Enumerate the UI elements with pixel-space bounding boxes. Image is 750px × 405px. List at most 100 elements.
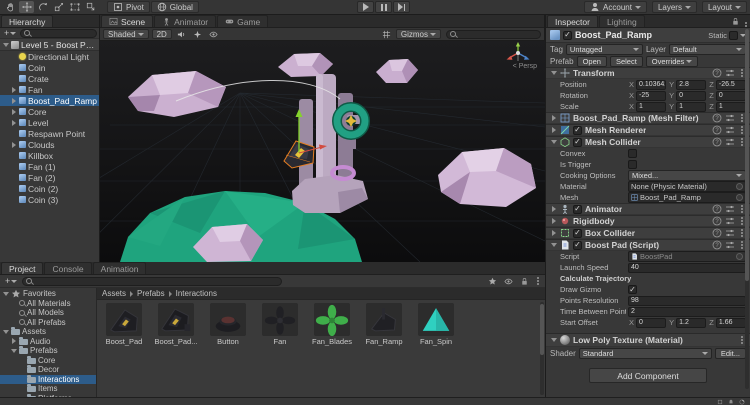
hierarchy-item[interactable]: Clouds: [0, 139, 99, 150]
tab-animation[interactable]: Animation: [93, 262, 147, 274]
gameobject-active-checkbox[interactable]: [563, 31, 572, 40]
foldout-icon[interactable]: [550, 205, 557, 214]
tag-dropdown[interactable]: Untagged: [566, 44, 643, 55]
create-object-button[interactable]: [2, 29, 18, 38]
tab-lighting[interactable]: Lighting: [599, 15, 645, 27]
project-folder-item[interactable]: Prefabs: [0, 346, 96, 356]
vector-y-input[interactable]: 0: [676, 91, 706, 101]
prefab-open-button[interactable]: Open: [577, 56, 607, 67]
component-menu-icon[interactable]: [741, 208, 743, 210]
field-checkbox[interactable]: [628, 285, 637, 294]
favorites-section[interactable]: Favorites: [0, 289, 96, 299]
field-checkbox[interactable]: [628, 149, 637, 158]
scrollbar-thumb[interactable]: [745, 29, 749, 281]
gizmos-dropdown[interactable]: Gizmos: [396, 29, 441, 39]
asset-item[interactable]: Fan_Spin: [411, 303, 461, 346]
rotate-tool-button[interactable]: [35, 1, 50, 13]
preset-icon[interactable]: [725, 137, 735, 147]
component-menu-icon[interactable]: [741, 220, 743, 222]
project-menu-icon[interactable]: [537, 280, 539, 282]
help-icon[interactable]: ?: [712, 228, 722, 238]
hierarchy-item[interactable]: Crate: [0, 73, 99, 84]
component-header[interactable]: Mesh Collider?: [546, 136, 750, 148]
grid-visibility-icon[interactable]: [380, 29, 393, 40]
component-menu-icon[interactable]: [741, 244, 743, 246]
component-header[interactable]: Box Collider?: [546, 227, 750, 239]
hidden-packages-icon[interactable]: [502, 276, 515, 287]
asset-item[interactable]: Boost_Pad: [99, 303, 149, 346]
projection-mode-label[interactable]: < Persp: [513, 63, 537, 70]
asset-item[interactable]: Fan_Ramp: [359, 303, 409, 346]
global-toggle-button[interactable]: Global: [151, 1, 199, 13]
component-header[interactable]: Rigidbody?: [546, 215, 750, 227]
prefab-overrides-button[interactable]: Overrides: [646, 56, 699, 67]
assets-root-item[interactable]: Assets: [0, 327, 96, 337]
rect-tool-button[interactable]: [67, 1, 82, 13]
add-component-button[interactable]: Add Component: [589, 368, 707, 383]
help-icon[interactable]: ?: [712, 113, 722, 123]
object-field[interactable]: None (Physic Material): [628, 181, 746, 192]
tab-animator[interactable]: Animator: [154, 15, 216, 27]
collab-status-icon[interactable]: [717, 399, 723, 405]
hierarchy-item[interactable]: Fan (2): [0, 172, 99, 183]
object-field[interactable]: Boost_Pad_Ramp: [628, 192, 746, 203]
preset-icon[interactable]: [725, 216, 735, 226]
component-menu-icon[interactable]: [741, 72, 743, 74]
foldout-icon[interactable]: [550, 229, 557, 238]
component-menu-icon[interactable]: [741, 232, 743, 234]
shader-dropdown[interactable]: Standard: [579, 348, 712, 359]
help-icon[interactable]: ?: [712, 68, 722, 78]
component-enabled-checkbox[interactable]: [573, 241, 582, 250]
component-enabled-checkbox[interactable]: [573, 229, 582, 238]
notification-bell-icon[interactable]: [728, 399, 734, 405]
foldout-icon[interactable]: [2, 327, 9, 336]
inspector-menu-icon[interactable]: [745, 25, 747, 27]
preset-icon[interactable]: [725, 68, 735, 78]
hierarchy-item[interactable]: Coin (3): [0, 194, 99, 205]
project-folder-item[interactable]: Items: [0, 384, 96, 394]
tab-game[interactable]: Game: [217, 15, 268, 27]
layers-dropdown-button[interactable]: Layers: [652, 1, 697, 13]
project-folder-item[interactable]: Decor: [0, 365, 96, 375]
vector-z-input[interactable]: 1: [716, 102, 746, 112]
scene-search-input[interactable]: [446, 30, 541, 39]
hierarchy-item[interactable]: Coin (2): [0, 183, 99, 194]
step-button[interactable]: [393, 1, 410, 13]
foldout-icon[interactable]: [10, 118, 17, 127]
component-enabled-checkbox[interactable]: [573, 138, 582, 147]
component-menu-icon[interactable]: [741, 141, 743, 143]
project-folder-item[interactable]: Interactions: [0, 375, 96, 385]
field-checkbox[interactable]: [628, 160, 637, 169]
foldout-icon[interactable]: [10, 85, 17, 94]
inspector-lock-icon[interactable]: [729, 16, 742, 27]
account-dropdown-button[interactable]: Account: [584, 1, 647, 13]
tab-project[interactable]: Project: [1, 262, 43, 274]
scene-audio-toggle-icon[interactable]: [175, 29, 188, 40]
breadcrumb-segment[interactable]: Assets: [102, 289, 126, 298]
move-tool-button[interactable]: [19, 1, 34, 13]
scene-viewport[interactable]: < Persp: [100, 41, 545, 262]
object-field[interactable]: BoostPad: [628, 251, 746, 262]
object-picker-icon[interactable]: [736, 194, 743, 201]
vector-y-input[interactable]: 1.2: [676, 318, 706, 328]
project-folder-item[interactable]: Core: [0, 356, 96, 366]
hierarchy-item[interactable]: Fan: [0, 84, 99, 95]
help-icon[interactable]: ?: [712, 216, 722, 226]
project-scrollbar[interactable]: [540, 302, 544, 395]
background-task-icon[interactable]: [739, 399, 745, 405]
material-menu-icon[interactable]: [741, 339, 743, 341]
asset-item[interactable]: Boost_Pad...: [151, 303, 201, 346]
scrollbar-thumb[interactable]: [540, 304, 544, 355]
foldout-icon[interactable]: [10, 346, 17, 355]
foldout-icon[interactable]: [10, 107, 17, 116]
2d-toggle-button[interactable]: 2D: [152, 29, 172, 39]
vector-z-input[interactable]: 0: [716, 91, 746, 101]
vector-y-input[interactable]: 2.8: [676, 80, 706, 90]
preset-icon[interactable]: [725, 125, 735, 135]
layout-dropdown-button[interactable]: Layout: [702, 1, 747, 13]
asset-item[interactable]: Fan_Blades: [307, 303, 357, 346]
foldout-icon[interactable]: [10, 140, 17, 149]
favorites-item[interactable]: All Materials: [0, 299, 96, 309]
field-value-input[interactable]: 40: [628, 263, 746, 273]
component-enabled-checkbox[interactable]: [573, 126, 582, 135]
